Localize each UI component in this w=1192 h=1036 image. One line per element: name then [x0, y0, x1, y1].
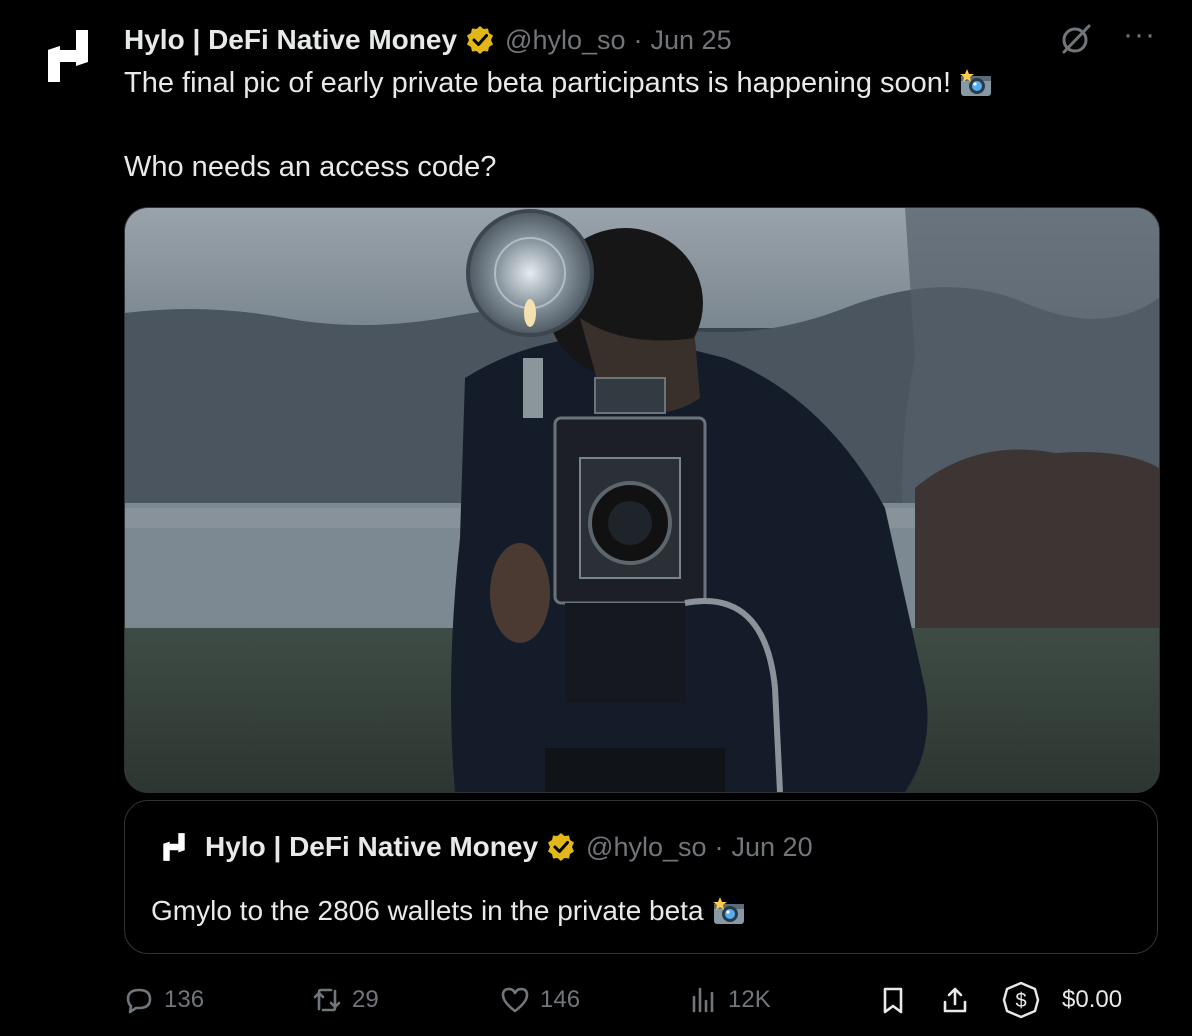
bookmark-icon: [883, 987, 903, 1014]
author-name[interactable]: Hylo | DeFi Native Money: [124, 24, 457, 56]
heart-icon: [501, 987, 529, 1013]
like-count: 146: [540, 986, 581, 1013]
svg-text:$: $: [1015, 990, 1026, 1012]
more-icon[interactable]: ···: [1123, 20, 1156, 50]
separator-dot: ·: [714, 831, 724, 862]
tweet[interactable]: Hylo | DeFi Native Money @hylo_so · Jun …: [0, 0, 1192, 1036]
quoted-tweet-text: Gmylo to the 2806 wallets in the private…: [151, 893, 746, 935]
quoted-author-name: Hylo | DeFi Native Money: [205, 831, 539, 862]
tweet-header: Hylo | DeFi Native Money @hylo_so · Jun …: [124, 20, 732, 60]
tweet-date[interactable]: Jun 25: [651, 25, 732, 56]
bookmark-button[interactable]: [878, 980, 908, 1020]
tip-button[interactable]: $ $0.00: [1002, 980, 1122, 1020]
tweet-media-image[interactable]: [124, 207, 1160, 793]
camera-flash-emoji: [959, 68, 993, 108]
quoted-tweet[interactable]: Hylo | DeFi Native Money @hylo_so · Jun …: [124, 800, 1158, 954]
reply-count: 136: [164, 986, 205, 1013]
views-button[interactable]: 12K: [688, 980, 771, 1020]
hylo-logo-icon[interactable]: [40, 28, 96, 84]
tweet-text-line-1: The final pic of early private beta part…: [124, 64, 1154, 108]
share-button[interactable]: [940, 980, 970, 1020]
tweet-action-bar: 136 29 146 12K $ $0.00: [124, 980, 1136, 1020]
dollar-icon: $: [1002, 981, 1040, 1019]
reply-icon: [126, 988, 152, 1014]
quoted-author-handle: @hylo_so: [586, 831, 707, 862]
reply-button[interactable]: 136: [124, 980, 204, 1020]
hylo-logo-icon: [159, 832, 189, 862]
tweet-text-line-2: Who needs an access code?: [124, 151, 497, 183]
views-count: 12K: [728, 986, 771, 1013]
tip-amount: $0.00: [1062, 986, 1123, 1013]
like-button[interactable]: 146: [500, 980, 580, 1020]
author-handle[interactable]: @hylo_so: [505, 25, 625, 56]
analytics-icon: [692, 987, 714, 1013]
tweet-top-actions: ···: [1059, 20, 1156, 56]
quoted-tweet-date: Jun 20: [731, 831, 813, 862]
verified-badge-icon: [546, 832, 576, 862]
separator-dot: ·: [633, 24, 643, 55]
tweet-text: The final pic of early private beta part…: [124, 64, 1154, 186]
repost-count: 29: [352, 986, 379, 1013]
repost-button[interactable]: 29: [312, 980, 379, 1020]
quoted-tweet-header: Hylo | DeFi Native Money @hylo_so · Jun …: [159, 831, 813, 863]
repost-icon: [313, 988, 341, 1012]
grok-icon[interactable]: [1059, 22, 1093, 56]
share-icon: [943, 987, 967, 1013]
verified-badge-icon[interactable]: [465, 25, 495, 55]
camera-flash-emoji: [712, 896, 746, 935]
